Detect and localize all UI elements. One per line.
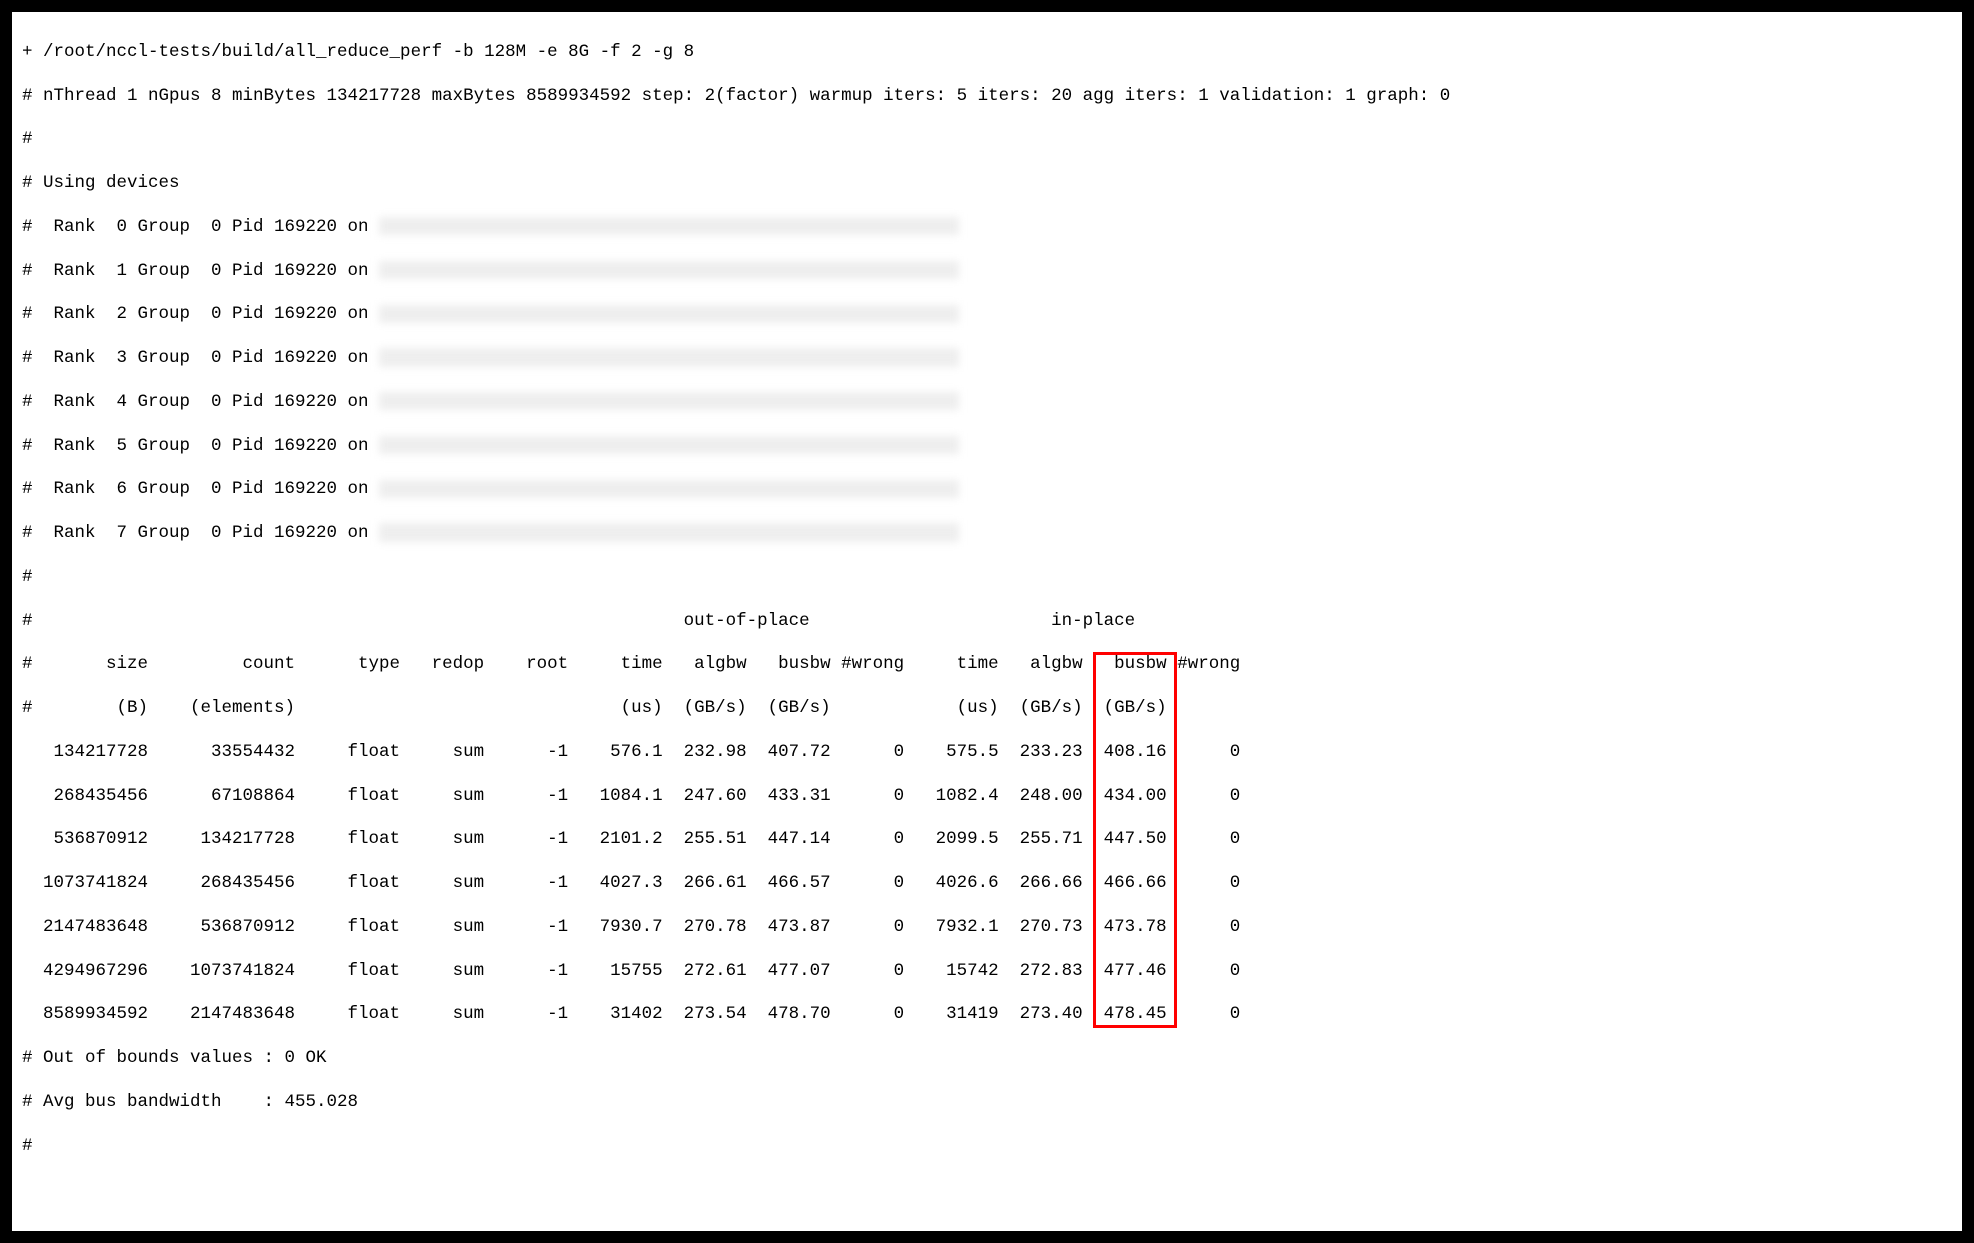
rank-line: # Rank 7 Group 0 Pid 169220 on <box>22 523 1952 545</box>
table-row: 1073741824 268435456 float sum -1 4027.3… <box>22 873 1952 895</box>
out-of-bounds-line: # Out of bounds values : 0 OK <box>22 1048 1952 1070</box>
redacted-host <box>379 348 959 366</box>
redacted-host <box>379 523 959 541</box>
command-line: + /root/nccl-tests/build/all_reduce_perf… <box>22 42 1952 64</box>
avg-bandwidth-line: # Avg bus bandwidth : 455.028 <box>22 1092 1952 1114</box>
hash-line: # <box>22 567 1952 589</box>
table-row: 134217728 33554432 float sum -1 576.1 23… <box>22 742 1952 764</box>
rank-line: # Rank 6 Group 0 Pid 169220 on <box>22 479 1952 501</box>
redacted-host <box>379 392 959 410</box>
redacted-host <box>379 480 959 498</box>
column-units: # (B) (elements) (us) (GB/s) (GB/s) (us)… <box>22 698 1952 720</box>
rank-line: # Rank 1 Group 0 Pid 169220 on <box>22 261 1952 283</box>
section-header: # out-of-place in-place <box>22 611 1952 633</box>
column-header: # size count type redop root time algbw … <box>22 654 1952 676</box>
table-row: 8589934592 2147483648 float sum -1 31402… <box>22 1004 1952 1026</box>
using-devices-line: # Using devices <box>22 173 1952 195</box>
table-row: 268435456 67108864 float sum -1 1084.1 2… <box>22 786 1952 808</box>
rank-line: # Rank 5 Group 0 Pid 169220 on <box>22 436 1952 458</box>
redacted-host <box>379 436 959 454</box>
table-row: 536870912 134217728 float sum -1 2101.2 … <box>22 829 1952 851</box>
hash-line: # <box>22 1136 1952 1158</box>
rank-line: # Rank 0 Group 0 Pid 169220 on <box>22 217 1952 239</box>
hash-line: # <box>22 129 1952 151</box>
rank-line: # Rank 4 Group 0 Pid 169220 on <box>22 392 1952 414</box>
rank-line: # Rank 3 Group 0 Pid 169220 on <box>22 348 1952 370</box>
redacted-host <box>379 305 959 323</box>
redacted-host <box>379 261 959 279</box>
rank-line: # Rank 2 Group 0 Pid 169220 on <box>22 304 1952 326</box>
table-row: 2147483648 536870912 float sum -1 7930.7… <box>22 917 1952 939</box>
redacted-host <box>379 217 959 235</box>
terminal-output: + /root/nccl-tests/build/all_reduce_perf… <box>12 12 1962 1231</box>
table-row: 4294967296 1073741824 float sum -1 15755… <box>22 961 1952 983</box>
config-line: # nThread 1 nGpus 8 minBytes 134217728 m… <box>22 86 1952 108</box>
